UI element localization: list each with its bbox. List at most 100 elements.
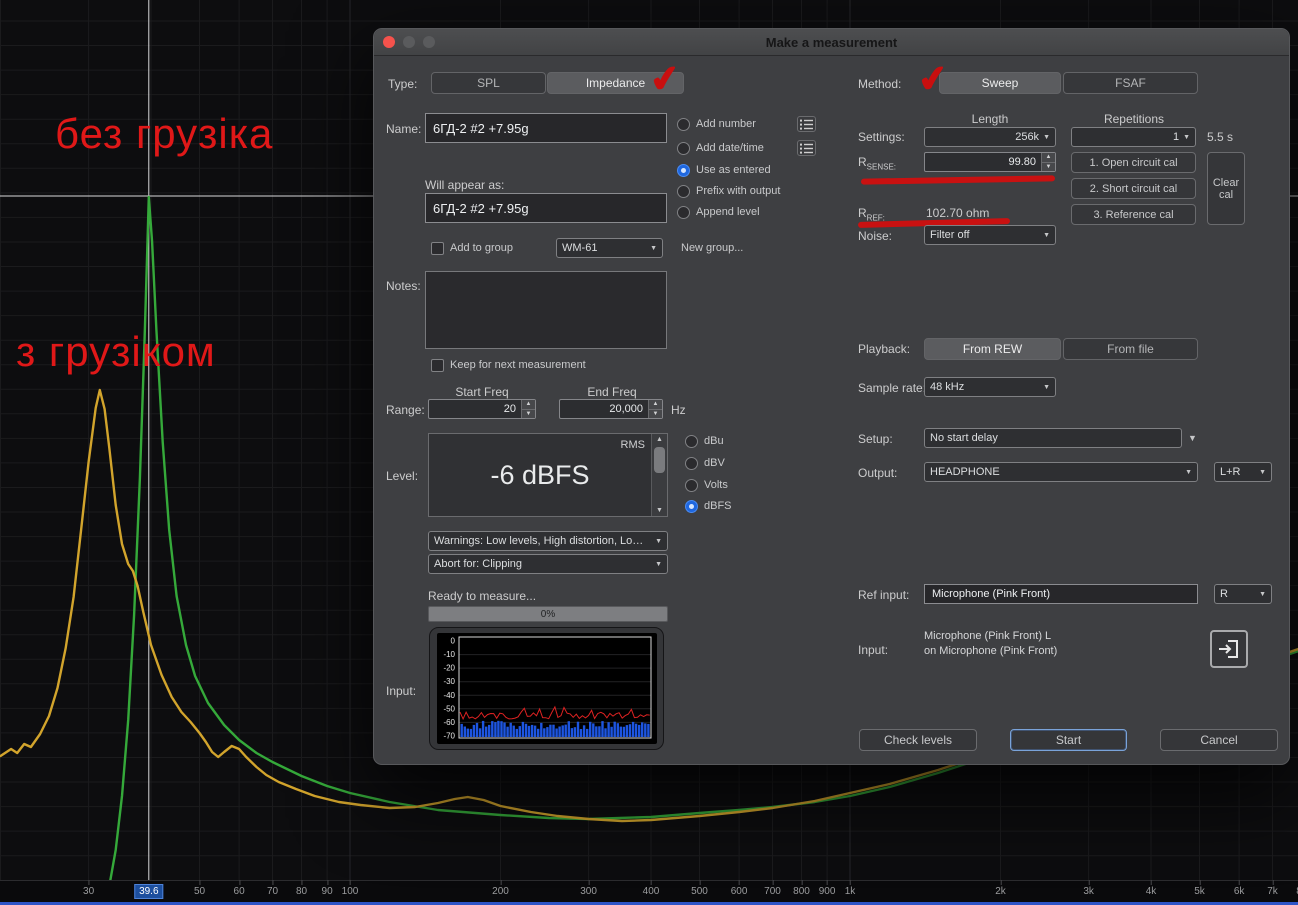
dialog-titlebar[interactable]: Make a measurement	[374, 29, 1289, 56]
level-display[interactable]: RMS -6 dBFS ▲ ▼	[428, 433, 668, 517]
add-to-group-checkbox[interactable]	[431, 242, 444, 255]
rsense-value[interactable]: 99.80	[925, 156, 1041, 168]
playback-from-file-button[interactable]: From file	[1063, 338, 1198, 360]
end-freq-value[interactable]: 20,000	[560, 403, 648, 415]
length-label: Length	[971, 112, 1009, 126]
x-axis-tick-label: 1k	[844, 880, 856, 897]
length-value: 256k	[1015, 131, 1040, 143]
add-to-group-label: Add to group	[450, 242, 513, 254]
input-device-line1: Microphone (Pink Front) L	[924, 630, 1052, 642]
x-axis-tick-label: 3k	[1083, 880, 1094, 897]
open-circuit-cal-button[interactable]: 1. Open circuit cal	[1071, 152, 1196, 173]
check-levels-button[interactable]: Check levels	[859, 729, 977, 751]
scroll-down-icon[interactable]: ▼	[652, 507, 667, 514]
radio-dbv-label: dBV	[704, 457, 725, 469]
cancel-button[interactable]: Cancel	[1160, 729, 1278, 751]
output-channel-dropdown[interactable]: L+R ▼	[1214, 462, 1272, 482]
x-axis-tick-label: 7k	[1267, 880, 1278, 897]
level-scrollbar[interactable]: ▲ ▼	[651, 434, 667, 516]
radio-dbfs[interactable]	[685, 500, 698, 513]
progress-bar: 0%	[428, 606, 668, 622]
abort-dropdown[interactable]: Abort for: Clipping ▼	[428, 554, 668, 574]
ref-channel-value: R	[1220, 588, 1228, 600]
x-axis-tick-label: 200	[492, 880, 509, 897]
setup-label: Setup:	[858, 432, 893, 446]
noise-value: Filter off	[930, 229, 970, 241]
start-button[interactable]: Start	[1010, 729, 1127, 751]
x-axis-tick-label: 80	[295, 880, 308, 897]
annotation-no-weight: без грузіка	[55, 110, 274, 157]
radio-volts[interactable]	[685, 479, 698, 492]
range-label: Range:	[386, 403, 425, 417]
start-freq-stepper[interactable]: 20 ▲ ▼	[428, 399, 536, 419]
level-value: -6 dBFS	[490, 460, 590, 490]
notes-textarea[interactable]	[425, 271, 667, 349]
datetime-list-icon-button[interactable]	[797, 140, 816, 156]
rsense-red-underline	[860, 175, 1056, 185]
scroll-up-icon[interactable]: ▲	[652, 436, 667, 443]
keep-for-next-checkbox[interactable]	[431, 359, 444, 372]
cursor-frequency-badge: 39.6	[134, 884, 164, 899]
playback-from-rew-button[interactable]: From REW	[924, 338, 1061, 360]
warnings-dropdown[interactable]: Warnings: Low levels, High distortion, L…	[428, 531, 668, 551]
stepper-arrows-icon[interactable]: ▲ ▼	[521, 400, 535, 418]
x-axis-tick-label: 50	[193, 880, 206, 897]
range-unit-label: Hz	[671, 403, 686, 417]
sample-rate-dropdown[interactable]: 48 kHz ▼	[924, 377, 1056, 397]
radio-add-number-label: Add number	[696, 118, 756, 130]
x-axis-tick-label: 60	[233, 880, 245, 897]
svg-text:0: 0	[451, 637, 456, 646]
radio-append-level[interactable]	[677, 206, 690, 219]
type-spl-button[interactable]: SPL	[431, 72, 546, 94]
length-dropdown[interactable]: 256k ▼	[924, 127, 1056, 147]
group-dropdown[interactable]: WM-61 ▼	[556, 238, 663, 258]
radio-add-datetime[interactable]	[677, 142, 690, 155]
setup-dropdown[interactable]: No start delay	[924, 428, 1182, 448]
rsense-label: RSENSE:	[858, 155, 897, 172]
output-dropdown[interactable]: HEADPHONE ▼	[924, 462, 1198, 482]
chevron-down-icon: ▼	[1185, 468, 1192, 476]
ref-channel-dropdown[interactable]: R ▼	[1214, 584, 1272, 604]
method-fsaf-button[interactable]: FSAF	[1063, 72, 1198, 94]
radio-prefix-with-output[interactable]	[677, 185, 690, 198]
ref-input-label: Ref input:	[858, 588, 910, 602]
notes-label: Notes:	[386, 279, 421, 293]
radio-add-number[interactable]	[677, 118, 690, 131]
radio-dbu-label: dBu	[704, 435, 724, 447]
x-axis-tick-label: 100	[341, 880, 359, 897]
scrollbar-thumb[interactable]	[654, 447, 665, 473]
repetitions-label: Repetitions	[1103, 112, 1165, 126]
radio-dbu[interactable]	[685, 435, 698, 448]
reference-cal-button[interactable]: 3. Reference cal	[1071, 204, 1196, 225]
setup-chevron-down-icon[interactable]: ▼	[1188, 433, 1197, 443]
x-axis-tick-label: 400	[642, 880, 660, 897]
method-sweep-button[interactable]: Sweep	[939, 72, 1061, 94]
input-device-line2: on Microphone (Pink Front)	[924, 645, 1058, 657]
noise-dropdown[interactable]: Filter off ▼	[924, 225, 1056, 245]
end-freq-stepper[interactable]: 20,000 ▲ ▼	[559, 399, 663, 419]
radio-dbv[interactable]	[685, 457, 698, 470]
radio-use-as-entered-label: Use as entered	[696, 164, 771, 176]
name-input[interactable]: 6ГД-2 #2 +7.95g	[425, 113, 667, 143]
ref-input-field[interactable]: Microphone (Pink Front)	[924, 584, 1198, 604]
repetitions-dropdown[interactable]: 1 ▼	[1071, 127, 1196, 147]
start-freq-value[interactable]: 20	[429, 403, 521, 415]
new-group-link[interactable]: New group...	[681, 242, 743, 254]
frequency-axis[interactable]: 39.6 30 50 60 70 80 90 100 200 300 400 500 600 700 80…	[0, 880, 1298, 903]
svg-text:-10: -10	[443, 650, 455, 659]
x-axis-tick-label: 70	[266, 880, 279, 897]
radio-use-as-entered[interactable]	[677, 164, 690, 177]
input-routing-button[interactable]	[1210, 630, 1248, 668]
stepper-arrows-icon[interactable]: ▲ ▼	[1041, 153, 1055, 171]
svg-text:-70: -70	[443, 732, 455, 741]
chevron-down-icon: ▼	[1259, 590, 1266, 598]
x-axis-tick-label: 2k	[995, 880, 1006, 897]
clear-cal-button[interactable]: Clear cal	[1207, 152, 1245, 225]
stepper-arrows-icon[interactable]: ▲ ▼	[648, 400, 662, 418]
annotation-with-weight: з грузіком	[16, 328, 216, 375]
settings-label: Settings:	[858, 130, 905, 144]
rsense-stepper[interactable]: 99.80 ▲ ▼	[924, 152, 1056, 172]
x-axis-tick-label: 700	[764, 880, 781, 897]
number-list-icon-button[interactable]	[797, 116, 816, 132]
short-circuit-cal-button[interactable]: 2. Short circuit cal	[1071, 178, 1196, 199]
